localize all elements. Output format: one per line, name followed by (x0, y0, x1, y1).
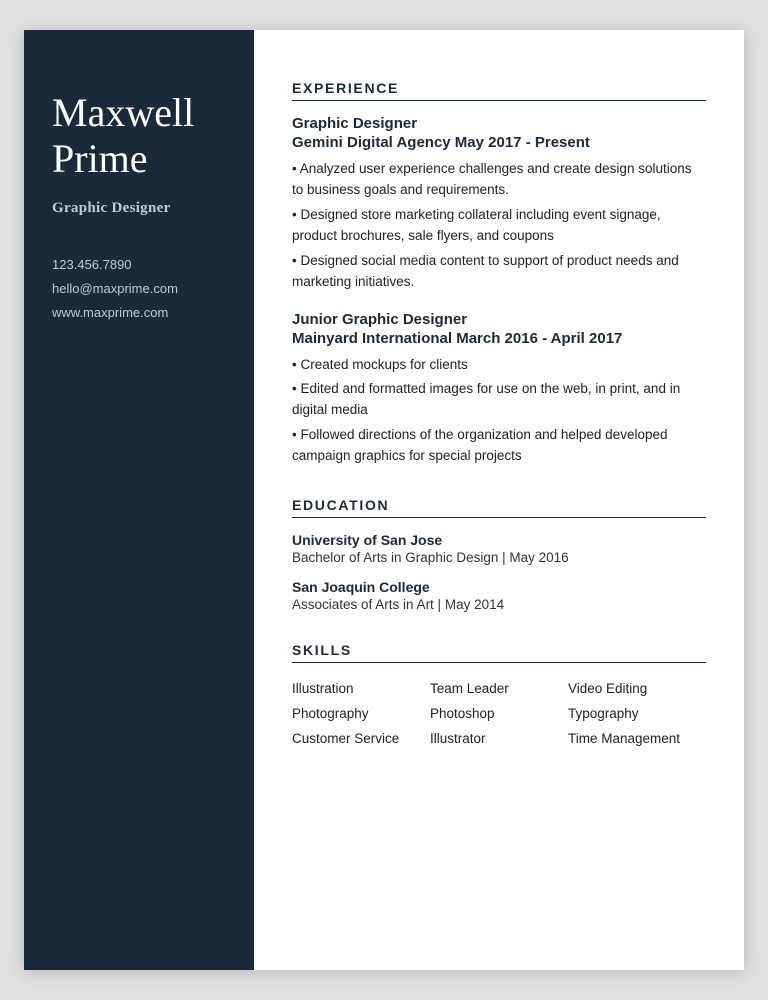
candidate-name: Maxwell Prime (52, 90, 226, 182)
school-2: San Joaquin College Associates of Arts i… (292, 579, 706, 612)
job-1: Graphic Designer Gemini Digital Agency M… (292, 115, 706, 293)
school-1: University of San Jose Bachelor of Arts … (292, 532, 706, 565)
education-section-title: EDUCATION (292, 497, 706, 518)
job-2-bullet-1: • Created mockups for clients (292, 355, 706, 376)
skills-col-3: Video Editing Typography Time Management (568, 677, 706, 752)
skill-1-3: Customer Service (292, 727, 430, 752)
job-2-company: Mainyard International March 2016 - Apri… (292, 330, 706, 347)
school-1-degree: Bachelor of Arts in Graphic Design | May… (292, 550, 706, 565)
website: www.maxprime.com (52, 301, 226, 325)
skills-section-title: SKILLS (292, 642, 706, 663)
main-content: EXPERIENCE Graphic Designer Gemini Digit… (254, 30, 744, 970)
job-1-bullet-3: • Designed social media content to suppo… (292, 251, 706, 293)
job-1-bullet-1: • Analyzed user experience challenges an… (292, 159, 706, 201)
phone: 123.456.7890 (52, 253, 226, 277)
experience-section: EXPERIENCE Graphic Designer Gemini Digit… (292, 80, 706, 467)
experience-section-title: EXPERIENCE (292, 80, 706, 101)
job-2-title: Junior Graphic Designer (292, 311, 706, 328)
job-1-bullet-2: • Designed store marketing collateral in… (292, 205, 706, 247)
skill-2-2: Photoshop (430, 702, 568, 727)
job-2-bullet-3: • Followed directions of the organizatio… (292, 425, 706, 467)
education-section: EDUCATION University of San Jose Bachelo… (292, 497, 706, 612)
sidebar: Maxwell Prime Graphic Designer 123.456.7… (24, 30, 254, 970)
skills-col-1: Illustration Photography Customer Servic… (292, 677, 430, 752)
school-2-name: San Joaquin College (292, 579, 706, 595)
job-2: Junior Graphic Designer Mainyard Interna… (292, 311, 706, 468)
school-2-degree: Associates of Arts in Art | May 2014 (292, 597, 706, 612)
job-1-company: Gemini Digital Agency May 2017 - Present (292, 134, 706, 151)
resume-container: Maxwell Prime Graphic Designer 123.456.7… (24, 30, 744, 970)
job-1-title: Graphic Designer (292, 115, 706, 132)
skill-1-1: Illustration (292, 677, 430, 702)
skill-2-3: Illustrator (430, 727, 568, 752)
skill-3-2: Typography (568, 702, 706, 727)
skill-3-1: Video Editing (568, 677, 706, 702)
email: hello@maxprime.com (52, 277, 226, 301)
skill-3-3: Time Management (568, 727, 706, 752)
job-2-bullet-2: • Edited and formatted images for use on… (292, 379, 706, 421)
candidate-title: Graphic Designer (52, 200, 226, 217)
skills-grid: Illustration Photography Customer Servic… (292, 677, 706, 752)
contact-info: 123.456.7890 hello@maxprime.com www.maxp… (52, 253, 226, 325)
job-1-bullets: • Analyzed user experience challenges an… (292, 159, 706, 293)
school-1-name: University of San Jose (292, 532, 706, 548)
skill-1-2: Photography (292, 702, 430, 727)
skills-section: SKILLS Illustration Photography Customer… (292, 642, 706, 752)
job-2-bullets: • Created mockups for clients • Edited a… (292, 355, 706, 468)
skill-2-1: Team Leader (430, 677, 568, 702)
skills-col-2: Team Leader Photoshop Illustrator (430, 677, 568, 752)
